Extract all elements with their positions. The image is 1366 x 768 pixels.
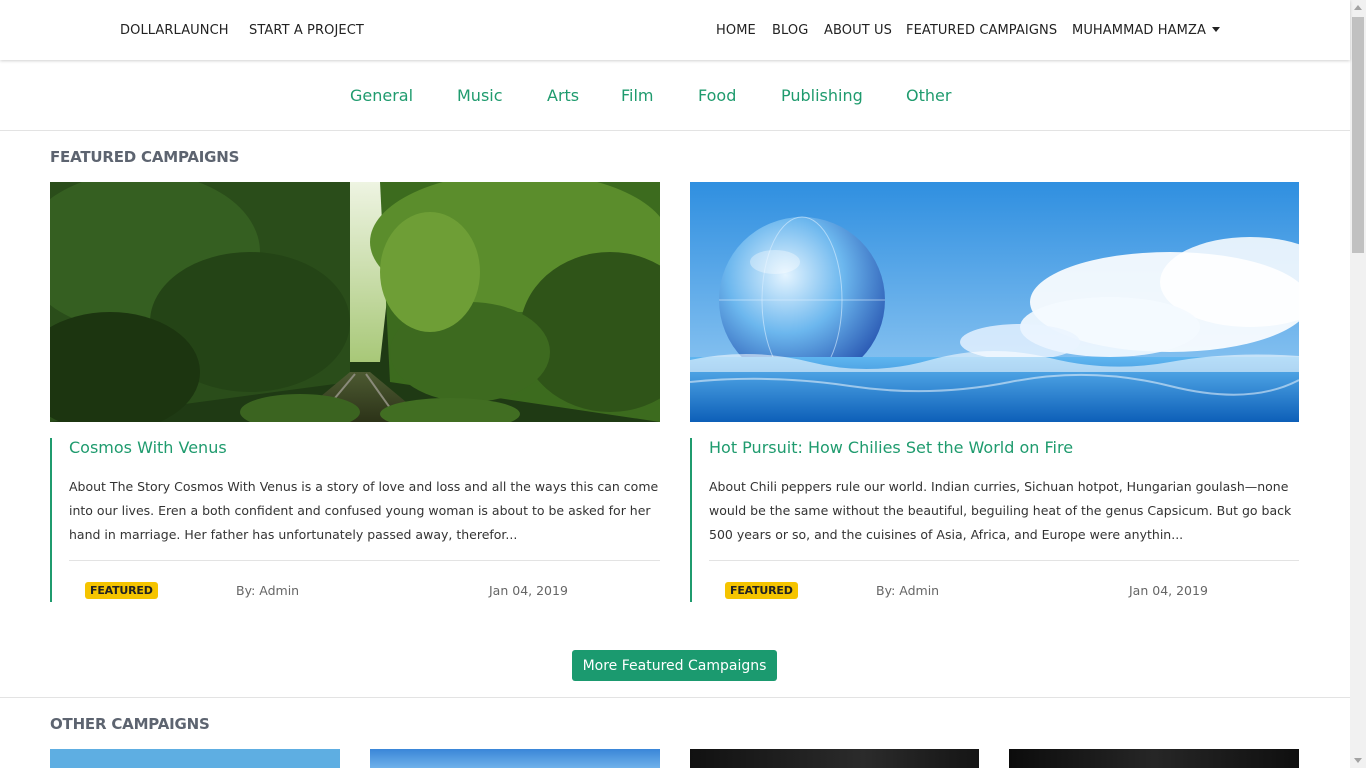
nav-blog-link[interactable]: BLOG	[772, 23, 808, 38]
card-divider	[709, 560, 1299, 561]
globe-water-image[interactable]	[690, 182, 1299, 422]
card-description: About Chili peppers rule our world. Indi…	[709, 479, 1292, 542]
nav-home-link[interactable]: HOME	[716, 23, 756, 38]
top-navbar: DOLLARLAUNCH START A PROJECT HOME BLOG A…	[0, 0, 1350, 60]
user-menu-dropdown[interactable]: MUHAMMAD HAMZA	[1072, 23, 1220, 38]
category-publishing[interactable]: Publishing	[781, 86, 863, 105]
card-description: About The Story Cosmos With Venus is a s…	[69, 479, 659, 542]
scroll-up-icon[interactable]	[1354, 5, 1362, 10]
page-scrollbar[interactable]	[1350, 0, 1366, 768]
other-campaign-image[interactable]	[370, 749, 660, 768]
category-bar: General Music Arts Film Food Publishing …	[0, 60, 1350, 131]
featured-section-title: FEATURED CAMPAIGNS	[50, 148, 240, 166]
card-author: By: Admin	[236, 583, 300, 598]
featured-badge: FEATURED	[725, 582, 798, 599]
card-title-link[interactable]: Cosmos With Venus	[69, 438, 227, 457]
scrollbar-thumb[interactable]	[1352, 17, 1364, 253]
other-campaign-image[interactable]	[1009, 749, 1299, 768]
card-body: Cosmos With Venus About The Story Cosmos…	[50, 438, 660, 602]
start-project-link[interactable]: START A PROJECT	[249, 23, 364, 38]
category-music[interactable]: Music	[457, 86, 503, 105]
category-general[interactable]: General	[350, 86, 413, 105]
section-divider	[0, 697, 1350, 698]
scroll-down-icon[interactable]	[1354, 758, 1362, 763]
forest-railway-image[interactable]	[50, 182, 660, 422]
other-section-title: OTHER CAMPAIGNS	[50, 715, 210, 733]
brand-link[interactable]: DOLLARLAUNCH	[120, 23, 229, 38]
card-author: By: Admin	[876, 583, 940, 598]
category-film[interactable]: Film	[621, 86, 654, 105]
featured-badge: FEATURED	[85, 582, 158, 599]
nav-about-link[interactable]: ABOUT US	[824, 23, 892, 38]
user-name: MUHAMMAD HAMZA	[1072, 23, 1206, 38]
campaign-card: Cosmos With Venus About The Story Cosmos…	[50, 182, 660, 602]
category-arts[interactable]: Arts	[547, 86, 579, 105]
other-campaign-image[interactable]	[690, 749, 979, 768]
card-date: Jan 04, 2019	[1129, 583, 1208, 598]
other-campaign-image[interactable]	[50, 749, 340, 768]
card-divider	[69, 560, 660, 561]
card-body: Hot Pursuit: How Chilies Set the World o…	[690, 438, 1299, 602]
card-title-link[interactable]: Hot Pursuit: How Chilies Set the World o…	[709, 438, 1073, 457]
caret-down-icon	[1211, 27, 1220, 32]
category-other[interactable]: Other	[906, 86, 951, 105]
more-featured-campaigns-button[interactable]: More Featured Campaigns	[572, 650, 777, 681]
category-food[interactable]: Food	[698, 86, 736, 105]
card-date: Jan 04, 2019	[489, 583, 568, 598]
nav-featured-link[interactable]: FEATURED CAMPAIGNS	[906, 23, 1057, 38]
campaign-card: Hot Pursuit: How Chilies Set the World o…	[690, 182, 1299, 602]
